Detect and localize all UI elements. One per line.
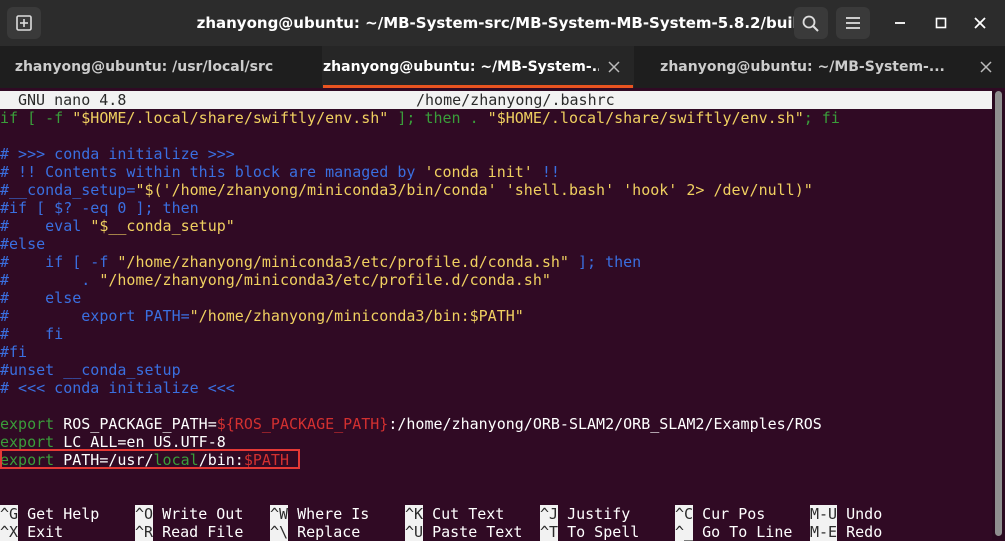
editor-line-16: # <<< conda initialize <<< bbox=[0, 379, 235, 397]
shortcut-exit[interactable]: ^X Exit bbox=[0, 523, 63, 541]
maximize-icon bbox=[935, 17, 947, 29]
nano-title-bar: GNU nano 4.8 /home/zhanyong/.bashrc bbox=[0, 91, 992, 109]
nano-version: GNU nano 4.8 bbox=[18, 91, 127, 109]
nano-filename: /home/zhanyong/.bashrc bbox=[416, 91, 615, 109]
editor-line-3: # >>> conda initialize >>> bbox=[0, 145, 235, 163]
scrollbar-thumb[interactable] bbox=[995, 91, 1002, 536]
shortcut-undo[interactable]: M-U Undo bbox=[810, 505, 882, 523]
editor-line-18: export ROS_PACKAGE_PATH=${ROS_PACKAGE_PA… bbox=[0, 415, 822, 433]
shortcut-cur-pos[interactable]: ^C Cur Pos bbox=[675, 505, 765, 523]
highlight-box bbox=[0, 449, 300, 469]
editor-line-14: #fi bbox=[0, 343, 28, 361]
shortcut-to-spell[interactable]: ^T To Spell bbox=[540, 523, 639, 541]
terminal-area[interactable]: GNU nano 4.8 /home/zhanyong/.bashrc if [… bbox=[0, 88, 1005, 541]
editor-line-9: # if [ -f "/home/zhanyong/miniconda3/etc… bbox=[0, 253, 642, 271]
editor-line-13: # fi bbox=[0, 325, 64, 343]
tab-close-icon[interactable] bbox=[979, 60, 993, 74]
shortcut-read-file[interactable]: ^R Read File bbox=[135, 523, 243, 541]
editor-line-8: #else bbox=[0, 235, 46, 253]
window-titlebar: zhanyong@ubuntu: ~/MB-System-src/MB-Syst… bbox=[0, 0, 1005, 46]
shortcut-write-out[interactable]: ^O Write Out bbox=[135, 505, 243, 523]
close-icon bbox=[974, 17, 986, 29]
tab-usr-local-src[interactable]: zhanyong@ubuntu: /usr/local/src bbox=[0, 46, 322, 88]
shortcut-justify[interactable]: ^J Justify bbox=[540, 505, 630, 523]
scrollbar[interactable] bbox=[992, 91, 1005, 540]
minimize-icon bbox=[895, 22, 905, 24]
editor-line-1: if [ -f "$HOME/.local/share/swiftly/env.… bbox=[0, 109, 840, 127]
editor-line-5: #__conda_setup="$('/home/zhanyong/minico… bbox=[0, 181, 813, 199]
editor-line-12: # export PATH="/home/zhanyong/miniconda3… bbox=[0, 307, 524, 325]
tab-mb-system-active[interactable]: zhanyong@ubuntu: ~/MB-System-... bbox=[323, 46, 633, 88]
editor-line-10: # . "/home/zhanyong/miniconda3/etc/profi… bbox=[0, 271, 551, 289]
tab-label: zhanyong@ubuntu: ~/MB-System-... bbox=[323, 59, 599, 75]
editor-line-7: # eval "$__conda_setup" bbox=[0, 217, 235, 235]
tab-label: zhanyong@ubuntu: /usr/local/src bbox=[14, 59, 274, 75]
shortcut-redo[interactable]: M-E Redo bbox=[810, 523, 882, 541]
editor-line-6: #if [ $? -eq 0 ]; then bbox=[0, 199, 199, 217]
search-button[interactable] bbox=[794, 7, 828, 39]
editor-line-15: #unset __conda_setup bbox=[0, 361, 181, 379]
shortcut-replace[interactable]: ^\ Replace bbox=[270, 523, 360, 541]
tab-close-icon[interactable] bbox=[607, 60, 621, 74]
tab-bar: zhanyong@ubuntu: /usr/local/src zhanyong… bbox=[0, 46, 1005, 88]
shortcut-where-is[interactable]: ^W Where Is bbox=[270, 505, 369, 523]
close-button[interactable] bbox=[968, 11, 992, 35]
tab-label: zhanyong@ubuntu: ~/MB-System-... bbox=[660, 59, 945, 75]
shortcut-paste-text[interactable]: ^U Paste Text bbox=[405, 523, 522, 541]
hamburger-menu-icon bbox=[846, 17, 860, 29]
menu-button[interactable] bbox=[836, 7, 870, 39]
shortcut-go-to-line[interactable]: ^_ Go To Line bbox=[675, 523, 792, 541]
shortcut-get-help[interactable]: ^G Get Help bbox=[0, 505, 99, 523]
editor-line-4: # !! Contents within this block are mana… bbox=[0, 163, 560, 181]
search-icon bbox=[802, 15, 819, 32]
tab-mb-system-2[interactable]: zhanyong@ubuntu: ~/MB-System-... bbox=[634, 46, 1005, 88]
shortcut-cut-text[interactable]: ^K Cut Text bbox=[405, 505, 504, 523]
editor-line-11: # else bbox=[0, 289, 82, 307]
maximize-button[interactable] bbox=[929, 11, 953, 35]
minimize-button[interactable] bbox=[888, 11, 912, 35]
